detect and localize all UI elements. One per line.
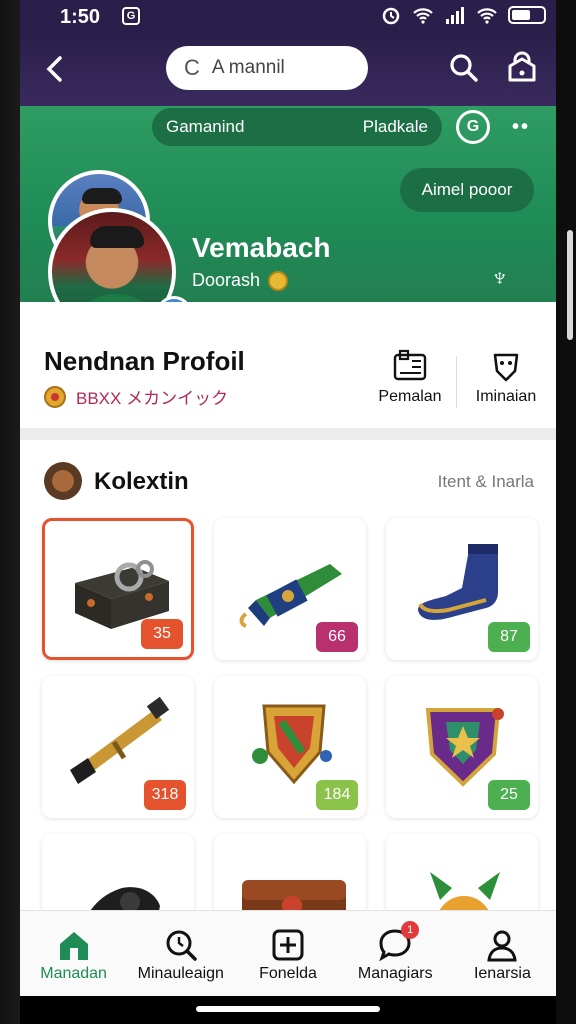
section-divider: [20, 428, 556, 440]
collection-grid: 35 66 87 318 184 25: [42, 518, 538, 976]
messages-badge: 1: [401, 921, 420, 939]
collection-card[interactable]: 66: [214, 518, 366, 660]
profile-subtitle-row: Doorash: [192, 270, 289, 291]
chevron-left-icon: [46, 56, 62, 82]
coin-icon: [268, 270, 289, 291]
person-icon: [487, 930, 518, 962]
item-count-badge: 318: [144, 780, 186, 810]
add-button[interactable]: Aimel pooor: [400, 168, 534, 212]
profile-summary: Nendnan Profoil BBXX メカンイック Pemalan Imin…: [20, 302, 556, 428]
home-indicator: [20, 996, 556, 1024]
nav-item-add[interactable]: Fonelda: [234, 911, 341, 996]
item-count-badge: 87: [488, 622, 530, 652]
header-pill-left: Gamanind: [166, 117, 244, 137]
status-bar: 1:50 G: [20, 0, 556, 34]
search-field[interactable]: C A mannil: [166, 46, 368, 90]
trident-icon[interactable]: ♆: [490, 262, 510, 293]
collection-card[interactable]: 25: [386, 676, 538, 818]
lock-icon[interactable]: [506, 50, 538, 84]
profile-action-card-label: Pemalan: [378, 388, 442, 405]
more-options-icon[interactable]: ••: [512, 116, 530, 139]
actions-divider: [456, 356, 457, 408]
telescope-item: [70, 696, 170, 784]
profile-subtitle: Doorash: [192, 270, 261, 290]
nav-label-add: Fonelda: [259, 965, 317, 982]
collection-link[interactable]: Itent & Inarla: [438, 472, 534, 492]
shield-face-icon: [493, 353, 519, 382]
device-frame-left: [0, 0, 20, 1024]
purple-shield-item: [425, 708, 504, 787]
collection-card[interactable]: 35: [42, 518, 194, 660]
status-icons: [380, 5, 546, 25]
nav-item-messages[interactable]: 1 Managiars: [342, 911, 449, 996]
profile-badge-text: BBXX メカンイック: [76, 389, 229, 408]
collection-title: Kolextin: [94, 468, 189, 495]
gold-shield-item: [252, 704, 332, 785]
status-time: 1:50: [60, 6, 101, 28]
profile-username: Vemabach: [192, 232, 331, 263]
back-button[interactable]: [42, 54, 72, 84]
scrollbar[interactable]: [567, 230, 573, 340]
profile-action-card[interactable]: Pemalan: [370, 348, 450, 406]
header-pill-left-label: Gamanind: [166, 117, 245, 136]
collection-card[interactable]: 184: [214, 676, 366, 818]
chat-icon-wrapper: 1: [377, 921, 420, 963]
nav-label-profile: Ienarsia: [473, 965, 531, 982]
profile-badge-row: BBXX メカンイック: [44, 384, 228, 409]
collection-section: Kolextin Itent & Inarla 35 66 87 318 184…: [20, 440, 556, 976]
item-count-badge: 184: [316, 780, 358, 810]
green-cannon-item: [239, 564, 342, 628]
bottom-navigation: Manadan Minauleaign Fonelda 1 Managiars: [20, 910, 556, 996]
device-frame-right: [556, 0, 576, 1024]
nav-label-search: Minauleaign: [137, 965, 224, 982]
header-circle-button[interactable]: G: [456, 110, 490, 144]
top-app-bar: C A mannil: [20, 34, 556, 106]
wifi-signal-icon: [413, 8, 433, 24]
wifi-icon: [477, 8, 497, 24]
medal-icon: [44, 385, 66, 408]
blue-boot-item: [418, 544, 498, 620]
profile-action-shield[interactable]: Iminaian: [466, 348, 546, 406]
profile-header: Gamanind Pladkale G •• Aimel pooor Vemab…: [20, 106, 556, 336]
battery-icon: [508, 6, 546, 24]
profile-action-shield-label: Iminaian: [475, 388, 537, 405]
nav-label-home: Manadan: [40, 965, 107, 982]
home-icon: [59, 932, 88, 960]
refresh-icon: C: [184, 55, 200, 80]
search-icon[interactable]: [448, 52, 480, 84]
signal-bars-icon: [446, 7, 464, 24]
item-count-badge: 25: [488, 780, 530, 810]
search-field-label: A mannil: [211, 57, 285, 78]
collection-card[interactable]: 318: [42, 676, 194, 818]
app-screen: 1:50 G C A mannil Gamanind Pladkale G ••…: [20, 0, 556, 1024]
profile-card-icon: [393, 349, 427, 381]
collection-icon: [44, 462, 82, 500]
nav-item-home[interactable]: Manadan: [20, 911, 127, 996]
header-info-pill[interactable]: Gamanind Pladkale: [152, 108, 442, 146]
search-icon: [166, 930, 197, 961]
item-count-badge: 35: [141, 619, 183, 649]
item-count-badge: 66: [316, 622, 358, 652]
plus-box-icon: [272, 929, 304, 961]
profile-title: Nendnan Profoil: [44, 346, 245, 376]
header-pill-right-label: Pladkale: [362, 117, 428, 136]
nav-item-search[interactable]: Minauleaign: [127, 911, 234, 996]
alarm-icon: [382, 7, 400, 25]
notification-icon: G: [122, 7, 140, 25]
nav-label-messages: Managiars: [357, 965, 433, 982]
collection-card[interactable]: 87: [386, 518, 538, 660]
nav-item-profile[interactable]: Ienarsia: [449, 911, 556, 996]
